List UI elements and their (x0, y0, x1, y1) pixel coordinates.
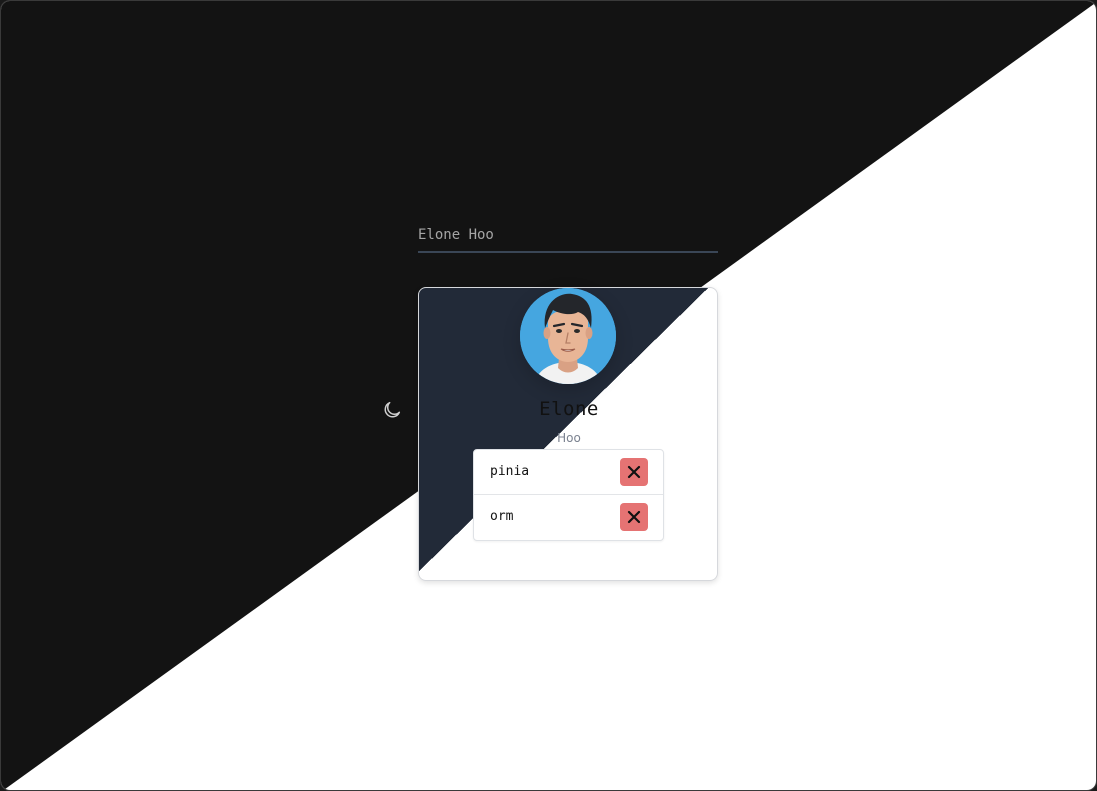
avatar (520, 288, 616, 384)
app-window: Elone Hoo pinia orm (0, 0, 1097, 791)
name-input[interactable] (418, 219, 718, 253)
tag-label: pinia (490, 464, 530, 479)
first-name: Elone (539, 398, 599, 420)
tag-list: pinia orm (473, 449, 664, 541)
tag-row: orm (474, 495, 663, 540)
remove-tag-button[interactable] (620, 503, 648, 531)
tag-label: orm (490, 509, 514, 524)
close-icon (627, 465, 641, 479)
remove-tag-button[interactable] (620, 458, 648, 486)
close-icon (627, 510, 641, 524)
moon-icon[interactable] (381, 399, 403, 421)
profile-card: Elone Hoo pinia orm (418, 287, 718, 581)
last-name: Hoo (557, 431, 581, 445)
tag-row: pinia (474, 450, 663, 495)
